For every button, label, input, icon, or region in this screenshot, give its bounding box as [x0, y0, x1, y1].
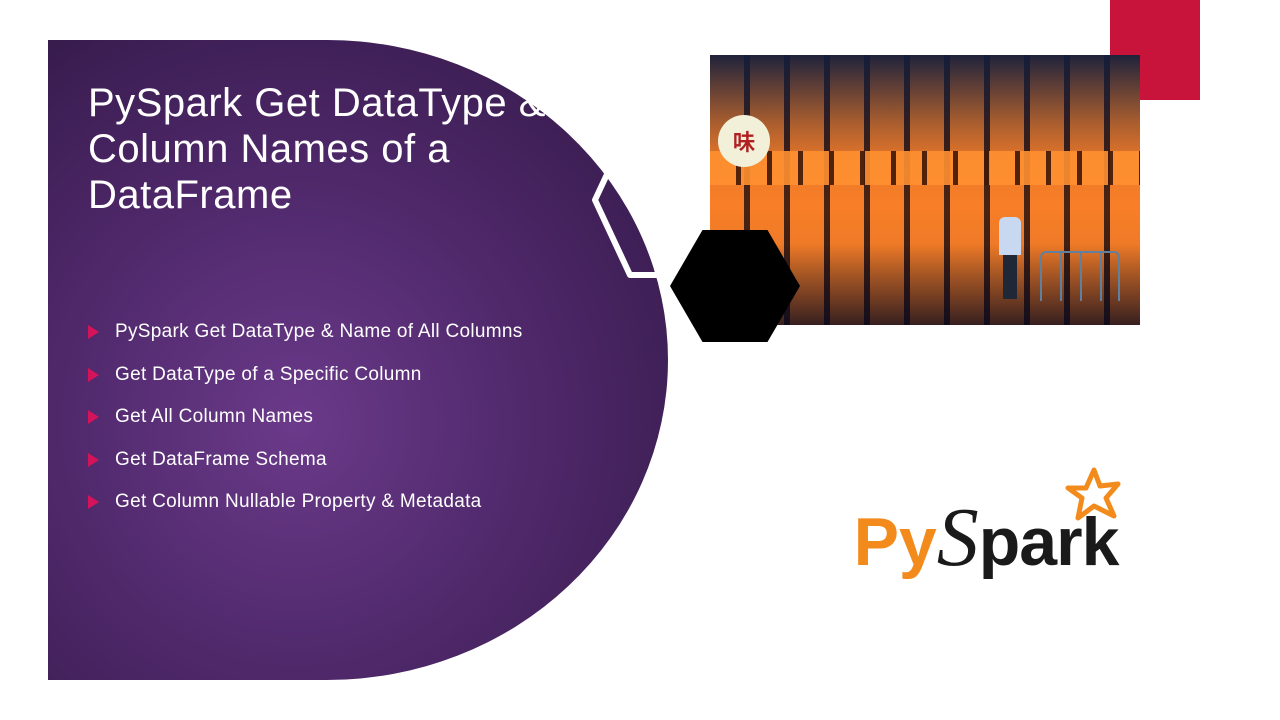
list-item: Get DataFrame Schema [88, 446, 608, 475]
bullet-list: PySpark Get DataType & Name of All Colum… [88, 318, 608, 517]
triangle-icon [88, 410, 99, 424]
content-panel: PySpark Get DataType & Column Names of a… [48, 40, 668, 680]
list-item: Get Column Nullable Property & Metadata [88, 488, 608, 517]
bullet-text: Get Column Nullable Property & Metadata [115, 488, 482, 517]
bullet-text: Get All Column Names [115, 403, 313, 432]
bullet-text: PySpark Get DataType & Name of All Colum… [115, 318, 523, 347]
fence-shape [1040, 251, 1120, 301]
triangle-icon [88, 325, 99, 339]
triangle-icon [88, 495, 99, 509]
logo-text: PySpark [854, 496, 1119, 580]
slide-title: PySpark Get DataType & Column Names of a… [88, 80, 608, 218]
star-icon [1064, 466, 1124, 526]
list-item: PySpark Get DataType & Name of All Colum… [88, 318, 608, 347]
person-silhouette [990, 217, 1030, 307]
lantern-row [710, 151, 1140, 185]
chevron-shape [590, 120, 700, 280]
pyspark-logo: PySpark [776, 460, 1196, 580]
triangle-icon [88, 453, 99, 467]
logo-s: S [937, 491, 979, 584]
list-item: Get All Column Names [88, 403, 608, 432]
signboard-icon: 味 [718, 115, 770, 167]
triangle-icon [88, 368, 99, 382]
bullet-text: Get DataType of a Specific Column [115, 361, 422, 390]
list-item: Get DataType of a Specific Column [88, 361, 608, 390]
bullet-text: Get DataFrame Schema [115, 446, 327, 475]
logo-py: Py [854, 504, 937, 580]
